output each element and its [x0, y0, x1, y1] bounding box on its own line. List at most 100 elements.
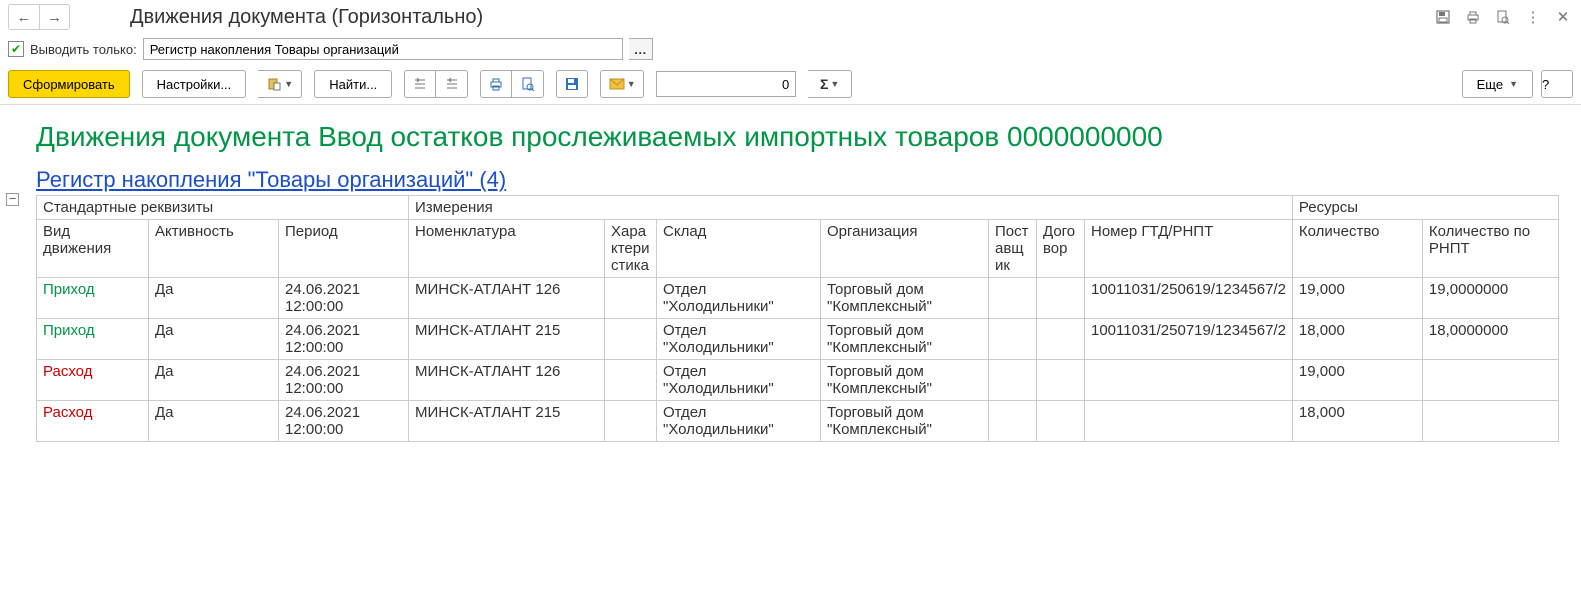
cell-move: Расход: [37, 360, 149, 401]
print-icon[interactable]: [1463, 7, 1483, 27]
cell-period: 24.06.2021 12:00:00: [279, 319, 409, 360]
cell-activity: Да: [149, 278, 279, 319]
sum-input[interactable]: [656, 71, 796, 97]
save-report-button[interactable]: [556, 70, 588, 98]
table-row[interactable]: ПриходДа24.06.2021 12:00:00МИНСК-АТЛАНТ …: [37, 319, 1559, 360]
close-icon[interactable]: ✕: [1553, 7, 1573, 27]
cell-organization: Торговый дом "Комплексный": [821, 360, 989, 401]
print-group: [480, 70, 544, 98]
cell-supplier: [989, 319, 1037, 360]
sigma-button[interactable]: Σ ▼: [808, 70, 852, 98]
cell-contract: [1037, 319, 1085, 360]
cell-activity: Да: [149, 360, 279, 401]
nav-buttons: ← →: [8, 4, 70, 30]
group-dimensions: Измерения: [409, 196, 1293, 220]
cell-contract: [1037, 401, 1085, 442]
expand-tree-button[interactable]: [404, 70, 436, 98]
preview-icon[interactable]: [1493, 7, 1513, 27]
outline-collapse-button[interactable]: −: [6, 193, 19, 206]
settings-button[interactable]: Настройки...: [142, 70, 247, 98]
cell-quantity-rnpt: 18,0000000: [1422, 319, 1558, 360]
more-icon[interactable]: ⋮: [1523, 7, 1543, 27]
col-organization: Организация: [821, 220, 989, 278]
cell-supplier: [989, 360, 1037, 401]
cell-characteristic: [605, 401, 657, 442]
cell-quantity: 18,000: [1292, 319, 1422, 360]
cell-nomenclature: МИНСК-АТЛАНТ 215: [409, 401, 605, 442]
cell-organization: Торговый дом "Комплексный": [821, 319, 989, 360]
cell-move: Приход: [37, 278, 149, 319]
more-button[interactable]: Еще ▼: [1462, 70, 1533, 98]
filter-input[interactable]: [143, 38, 623, 60]
titlebar-actions: ⋮ ✕: [1433, 7, 1573, 27]
cell-activity: Да: [149, 319, 279, 360]
expand-collapse-group: [404, 70, 468, 98]
cell-quantity-rnpt: [1422, 360, 1558, 401]
cell-organization: Торговый дом "Комплексный": [821, 278, 989, 319]
col-gtd: Номер ГТД/РНПТ: [1085, 220, 1293, 278]
cell-gtd: [1085, 360, 1293, 401]
titlebar: ← → Движения документа (Горизонтально) ⋮…: [0, 0, 1581, 34]
filter-checkbox[interactable]: ✔: [8, 41, 24, 57]
print-preview-button[interactable]: [512, 70, 544, 98]
chevron-down-icon: ▼: [1509, 79, 1518, 89]
cell-warehouse: Отдел "Холодильники": [657, 278, 821, 319]
cell-nomenclature: МИНСК-АТЛАНТ 126: [409, 278, 605, 319]
toolbar: Сформировать Настройки... ▼ Найти... ▼ Σ: [0, 64, 1581, 104]
cell-supplier: [989, 278, 1037, 319]
cell-characteristic: [605, 319, 657, 360]
group-header-row: Стандартные реквизиты Измерения Ресурсы: [37, 196, 1559, 220]
col-activity: Активность: [149, 220, 279, 278]
table-row[interactable]: РасходДа24.06.2021 12:00:00МИНСК-АТЛАНТ …: [37, 401, 1559, 442]
help-button[interactable]: ?: [1541, 70, 1573, 98]
filter-select-button[interactable]: …: [629, 38, 653, 60]
col-characteristic: Характеристика: [605, 220, 657, 278]
cell-warehouse: Отдел "Холодильники": [657, 401, 821, 442]
back-button[interactable]: ←: [9, 5, 39, 29]
generate-button[interactable]: Сформировать: [8, 70, 130, 98]
window-title: Движения документа (Горизонтально): [130, 6, 483, 29]
cell-period: 24.06.2021 12:00:00: [279, 360, 409, 401]
col-quantity: Количество: [1292, 220, 1422, 278]
cell-characteristic: [605, 360, 657, 401]
col-move: Вид движения: [37, 220, 149, 278]
cell-gtd: 10011031/250719/1234567/2: [1085, 319, 1293, 360]
report-title: Движения документа Ввод остатков прослеж…: [36, 121, 1580, 153]
group-resources: Ресурсы: [1292, 196, 1558, 220]
table-row[interactable]: ПриходДа24.06.2021 12:00:00МИНСК-АТЛАНТ …: [37, 278, 1559, 319]
cell-nomenclature: МИНСК-АТЛАНТ 215: [409, 319, 605, 360]
cell-organization: Торговый дом "Комплексный": [821, 401, 989, 442]
chevron-down-icon: ▼: [627, 79, 636, 89]
cell-quantity-rnpt: 19,0000000: [1422, 278, 1558, 319]
report-table: Стандартные реквизиты Измерения Ресурсы …: [36, 195, 1559, 442]
cell-characteristic: [605, 278, 657, 319]
chevron-down-icon: ▼: [830, 79, 839, 89]
cell-warehouse: Отдел "Холодильники": [657, 360, 821, 401]
print-button[interactable]: [480, 70, 512, 98]
paste-button[interactable]: ▼: [258, 70, 302, 98]
filter-row: ✔ Выводить только: …: [0, 34, 1581, 64]
more-label: Еще: [1477, 77, 1503, 92]
col-nomenclature: Номенклатура: [409, 220, 605, 278]
report-area[interactable]: − Движения документа Ввод остатков просл…: [0, 104, 1581, 597]
filter-label: Выводить только:: [30, 42, 137, 57]
forward-button[interactable]: →: [39, 5, 69, 29]
col-contract: Договор: [1037, 220, 1085, 278]
cell-quantity: 19,000: [1292, 278, 1422, 319]
col-supplier: Поставщик: [989, 220, 1037, 278]
save-icon[interactable]: [1433, 7, 1453, 27]
cell-move: Расход: [37, 401, 149, 442]
cell-nomenclature: МИНСК-АТЛАНТ 126: [409, 360, 605, 401]
cell-period: 24.06.2021 12:00:00: [279, 278, 409, 319]
email-button[interactable]: ▼: [600, 70, 644, 98]
cell-activity: Да: [149, 401, 279, 442]
cell-contract: [1037, 360, 1085, 401]
cell-gtd: [1085, 401, 1293, 442]
register-link[interactable]: Регистр накопления "Товары организаций" …: [36, 167, 506, 193]
cell-warehouse: Отдел "Холодильники": [657, 319, 821, 360]
cell-supplier: [989, 401, 1037, 442]
col-warehouse: Склад: [657, 220, 821, 278]
collapse-tree-button[interactable]: [436, 70, 468, 98]
find-button[interactable]: Найти...: [314, 70, 392, 98]
table-row[interactable]: РасходДа24.06.2021 12:00:00МИНСК-АТЛАНТ …: [37, 360, 1559, 401]
